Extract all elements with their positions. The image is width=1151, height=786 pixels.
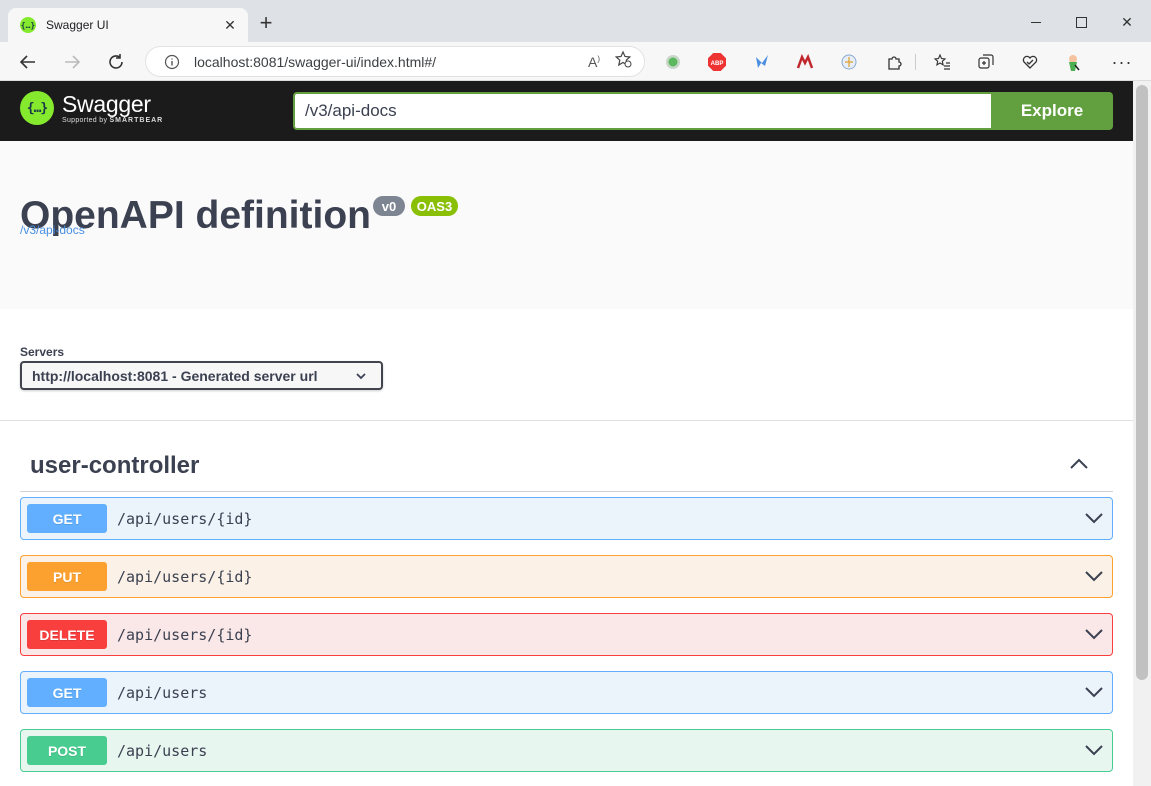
servers-selected-value: http://localhost:8081 - Generated server… [32,367,318,384]
version-badge: v0 [373,196,405,216]
window-close-icon[interactable]: ✕ [1104,10,1150,34]
operation-delete-user-by-id[interactable]: DELETE /api/users/{id} [20,613,1113,656]
refresh-icon[interactable] [102,48,130,76]
adblock-plus-icon[interactable]: ABP [707,52,727,72]
toolbar-divider [915,54,916,70]
explore-button[interactable]: Explore [991,92,1113,130]
favorites-list-icon[interactable] [932,52,952,72]
servers-section: Servers http://localhost:8081 - Generate… [0,309,1133,421]
operation-post-users[interactable]: POST /api/users [20,729,1113,772]
tag-header-user-controller[interactable]: user-controller [20,441,1113,492]
site-info-icon[interactable] [158,54,186,70]
performance-heart-icon[interactable] [1020,52,1040,72]
back-arrow-icon[interactable] [14,48,42,76]
extension-translate-icon[interactable] [839,52,859,72]
address-bar[interactable]: localhost:8081/swagger-ui/index.html#/ A… [145,46,645,77]
more-menu-icon[interactable]: ··· [1112,52,1132,72]
spec-url-input[interactable] [293,92,991,130]
operation-get-users[interactable]: GET /api/users [20,671,1113,714]
method-badge: DELETE [27,620,107,649]
extensions-puzzle-icon[interactable] [884,52,904,72]
tab-title: Swagger UI [46,18,109,32]
api-info-section: OpenAPI definition v0 OAS3 /v3/api-docs [0,141,1133,309]
operation-path: /api/users/{id} [117,509,253,528]
chevron-down-icon[interactable] [1084,626,1104,642]
chevron-down-icon [356,373,366,380]
swagger-favicon-icon: {…} [20,17,36,33]
extension-m-icon[interactable] [795,52,815,72]
swagger-topbar: {…} Swagger Supported by SMARTBEAR Explo… [0,81,1133,141]
chevron-down-icon[interactable] [1084,510,1104,526]
forward-arrow-icon[interactable] [58,48,86,76]
spec-link[interactable]: /v3/api-docs [20,223,85,237]
servers-label: Servers [20,345,65,359]
collections-icon[interactable] [976,52,996,72]
operation-get-user-by-id[interactable]: GET /api/users/{id} [20,497,1113,540]
browser-navbar: localhost:8081/swagger-ui/index.html#/ A… [0,42,1151,81]
maximize-icon[interactable] [1058,10,1104,34]
operation-path: /api/users [117,683,208,702]
browser-tab[interactable]: {…} Swagger UI ✕ [8,8,248,42]
profile-avatar-icon[interactable] [1063,52,1083,72]
scrollbar-thumb[interactable] [1136,85,1148,680]
logo-subtitle: Supported by SMARTBEAR [62,116,164,124]
logo-brand-text: Swagger [62,90,151,117]
read-aloud-icon[interactable]: A) [588,54,600,70]
operation-path: /api/users [117,741,208,760]
chevron-down-icon[interactable] [1084,742,1104,758]
method-badge: GET [27,504,107,533]
chevron-down-icon[interactable] [1084,568,1104,584]
svg-text:ABP: ABP [711,61,724,67]
extension-green-circle-icon[interactable] [663,52,683,72]
page-scrollbar[interactable] [1133,81,1151,786]
favorite-star-icon[interactable] [614,50,632,73]
tab-close-icon[interactable]: ✕ [218,13,242,37]
oas-badge: OAS3 [411,196,458,216]
new-tab-icon[interactable]: + [254,12,278,36]
chevron-up-icon[interactable] [1069,457,1089,471]
spec-url-form: Explore [293,92,1113,130]
swagger-logo[interactable]: {…} Swagger Supported by SMARTBEAR [20,91,163,125]
method-badge: GET [27,678,107,707]
minimize-icon[interactable] [1013,10,1059,34]
operation-path: /api/users/{id} [117,567,253,586]
operation-put-user-by-id[interactable]: PUT /api/users/{id} [20,555,1113,598]
extension-bird-icon[interactable] [752,52,772,72]
url-text[interactable]: localhost:8081/swagger-ui/index.html#/ [194,54,588,70]
servers-select[interactable]: http://localhost:8081 - Generated server… [20,361,383,390]
browser-titlebar: {…} Swagger UI ✕ + ✕ [0,0,1151,42]
tag-name: user-controller [30,452,200,479]
method-badge: PUT [27,562,107,591]
swagger-page: {…} Swagger Supported by SMARTBEAR Explo… [0,81,1133,786]
chevron-down-icon[interactable] [1084,684,1104,700]
swagger-logo-icon: {…} [20,91,54,125]
method-badge: POST [27,736,107,765]
operation-path: /api/users/{id} [117,625,253,644]
